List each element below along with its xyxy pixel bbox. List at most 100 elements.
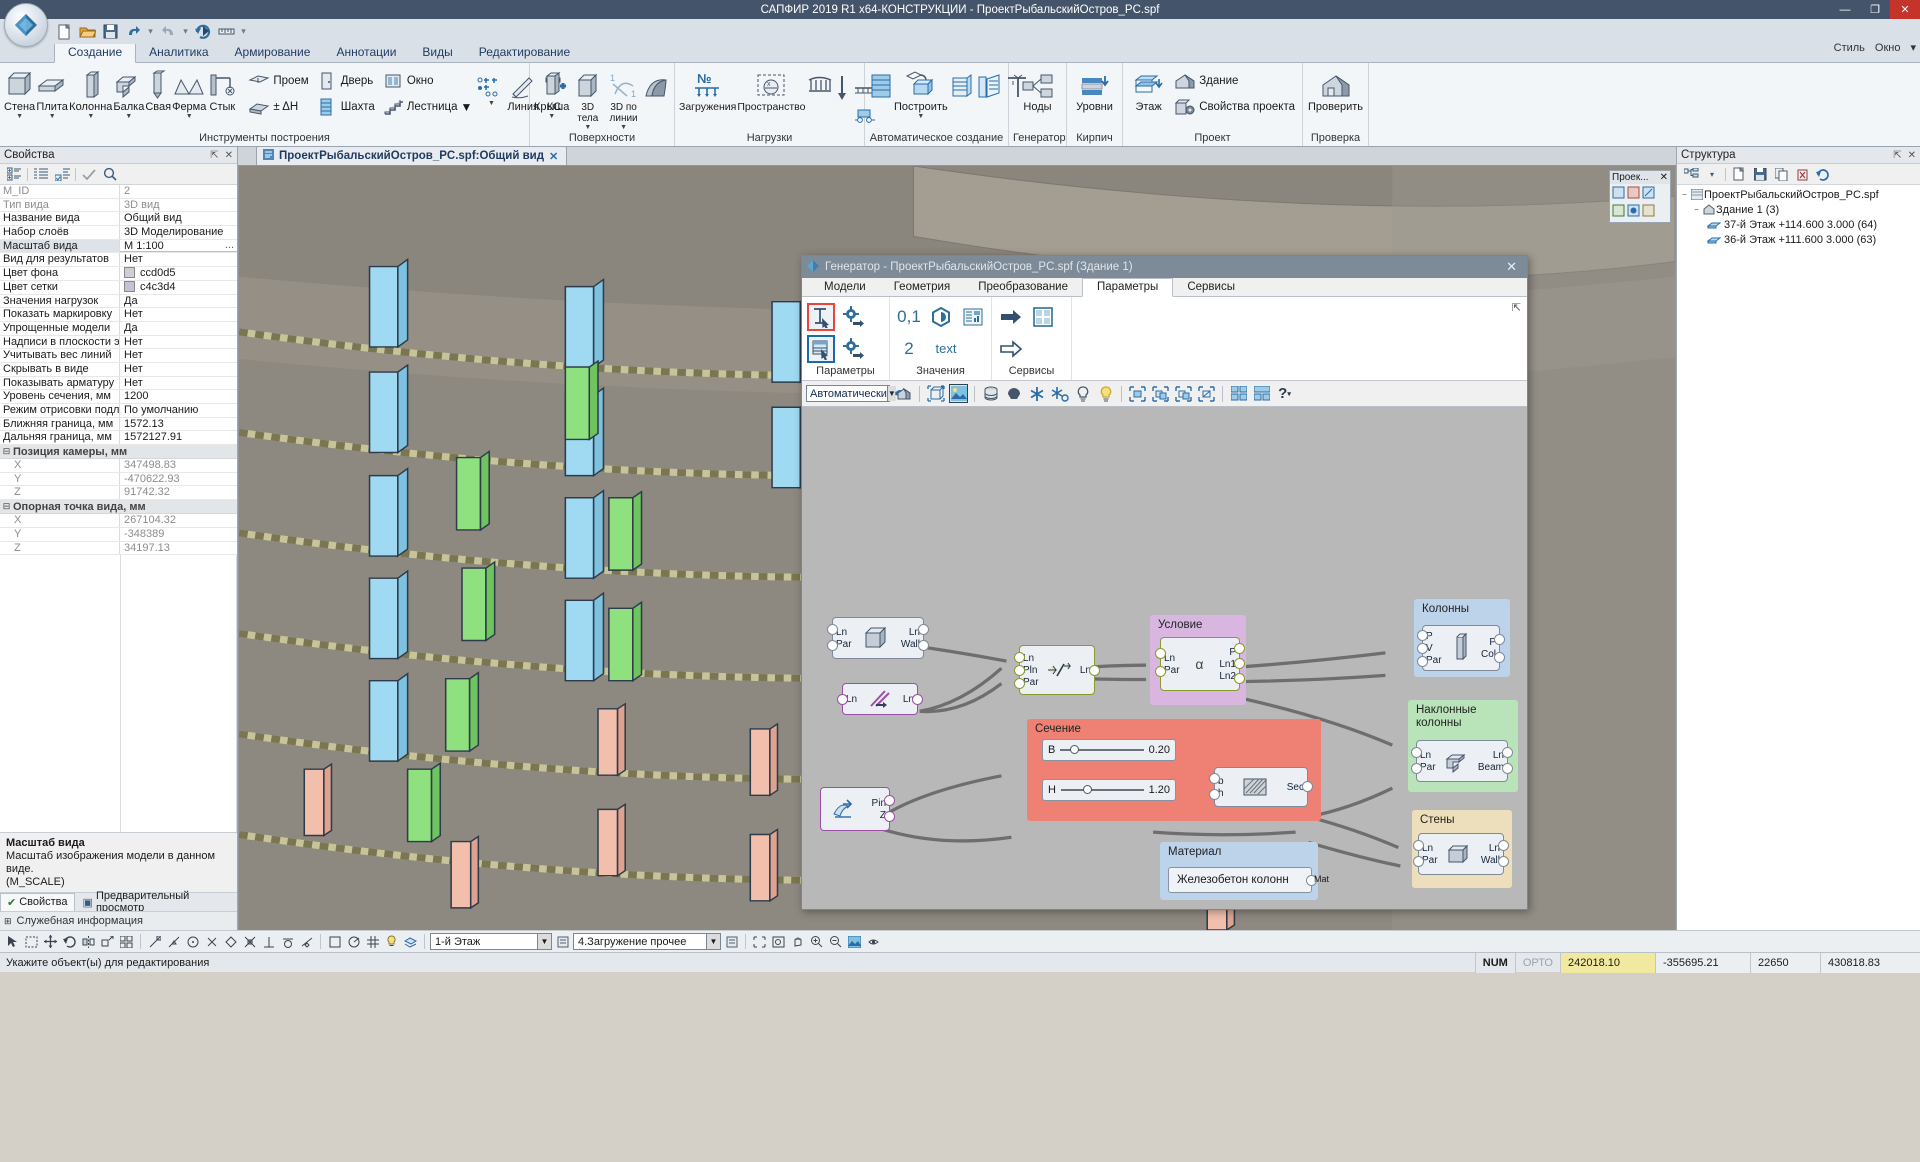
close-icon[interactable]: ✕ — [1908, 150, 1916, 161]
layout-tile-icon[interactable] — [1252, 384, 1271, 403]
measure-icon[interactable] — [216, 22, 236, 41]
port-out[interactable] — [912, 694, 923, 705]
list-icon[interactable] — [33, 166, 49, 182]
proj-1-icon[interactable] — [1612, 186, 1625, 202]
rotate-icon[interactable] — [61, 933, 78, 950]
snowflake-icon[interactable] — [1027, 384, 1046, 403]
load-select[interactable]: 4.Загружение прочее ▼ — [573, 933, 721, 950]
mirror-icon[interactable] — [80, 933, 97, 950]
proj-3-icon[interactable] — [1642, 186, 1655, 202]
material-concrete-node[interactable]: Железобетон колонн Mat — [1168, 867, 1312, 893]
value-number-2-icon[interactable]: 2 — [895, 335, 923, 363]
tool-zagruzheniya[interactable]: № Загружения — [679, 65, 736, 113]
tool-3dpolinii[interactable]: 11 3D по линии ▼ — [606, 65, 641, 131]
table-row[interactable]: Дальняя граница, мм1572127.91 — [0, 431, 237, 445]
select-add-icon[interactable] — [1151, 384, 1170, 403]
render-image-icon[interactable] — [949, 384, 968, 403]
tool-3dpolinii-dropdown-icon[interactable]: ▼ — [620, 124, 627, 131]
port-out[interactable] — [1498, 840, 1509, 851]
table-row[interactable]: Надписи в плоскости эк...Нет — [0, 336, 237, 350]
render-icon[interactable] — [846, 933, 863, 950]
chevron-down-icon[interactable]: ▼ — [706, 934, 720, 949]
collapse-icon[interactable]: ⊟ — [0, 501, 13, 512]
table-row[interactable]: Учитывать вес линийНет — [0, 349, 237, 363]
3d-viewport[interactable]: Проек... ✕ Генератор — [238, 165, 1676, 930]
tool-points-dropdown-icon[interactable]: ▼ — [488, 100, 495, 107]
tool-layers-stack[interactable] — [949, 65, 975, 100]
tool-point-load[interactable] — [835, 65, 849, 100]
refresh-icon[interactable] — [193, 22, 213, 41]
refresh-icon[interactable] — [1815, 166, 1831, 182]
service-arrow-outline-icon[interactable] — [997, 335, 1025, 363]
status-num-indicator[interactable]: NUM — [1475, 953, 1515, 973]
snap-perp-icon[interactable] — [260, 933, 277, 950]
tree-icon[interactable] — [1683, 166, 1699, 182]
structure-tree[interactable]: − ПроектРыбальскийОстров_PC.spf − Здание… — [1677, 185, 1920, 930]
node-graph-canvas[interactable]: Условие Колонны Наклонные колонны Сечени… — [802, 407, 1527, 909]
close-icon[interactable]: ✕ — [225, 150, 233, 161]
tool-3dtela-dropdown-icon[interactable]: ▼ — [584, 124, 591, 131]
layer-icon[interactable] — [402, 933, 419, 950]
port-out[interactable] — [1502, 747, 1513, 758]
snap-intersect-icon[interactable] — [241, 933, 258, 950]
pin-icon[interactable]: ⇱ — [210, 150, 218, 161]
node-line-transform[interactable]: Ln Ln — [842, 683, 918, 715]
window-menu[interactable]: Окно — [1875, 42, 1901, 54]
port-out[interactable] — [1234, 643, 1245, 654]
proj-2-icon[interactable] — [1627, 186, 1640, 202]
copy-icon[interactable] — [1773, 166, 1789, 182]
snap-near-icon[interactable] — [298, 933, 315, 950]
port-out[interactable] — [1502, 763, 1513, 774]
port-in[interactable] — [1417, 630, 1428, 641]
ribbon-tab-vidy[interactable]: Виды — [409, 43, 465, 62]
port-in[interactable] — [1014, 665, 1025, 676]
select-sub-icon[interactable] — [1174, 384, 1193, 403]
floor-options-icon[interactable] — [554, 933, 571, 950]
proj-6-icon[interactable] — [1642, 204, 1655, 220]
property-group-target[interactable]: ⊟ Опорная точка вида, мм — [0, 500, 237, 514]
port-in[interactable] — [1411, 747, 1422, 758]
tool-prostranstvo[interactable]: x Пространство — [737, 65, 805, 113]
table-row[interactable]: Название видаОбщий вид — [0, 212, 237, 226]
projection-overlay-close-icon[interactable]: ✕ — [1660, 172, 1668, 183]
node-wall[interactable]: Ln Par Ln Wall — [832, 617, 924, 659]
tool-lestnica-dropdown-icon[interactable]: ▼ — [461, 100, 473, 114]
checkbox-list-icon[interactable] — [54, 166, 70, 182]
tool-stena[interactable]: Стена ▼ — [4, 65, 35, 120]
cursor-icon[interactable] — [4, 933, 21, 950]
tree-node-floor36[interactable]: 36-й Этаж +111.600 3.000 (63) — [1677, 232, 1920, 247]
slider-b-track[interactable] — [1060, 749, 1143, 751]
port-out[interactable] — [1234, 673, 1245, 684]
port-in[interactable] — [827, 624, 838, 635]
port-in[interactable] — [837, 694, 848, 705]
dropdown-icon[interactable]: ▾ — [1704, 166, 1720, 182]
port-out[interactable] — [1498, 856, 1509, 867]
view-icon[interactable] — [865, 933, 882, 950]
table-row[interactable]: Показать маркировкуНет — [0, 308, 237, 322]
slider-b-knob[interactable] — [1070, 745, 1079, 754]
tool-kolonna-dropdown-icon[interactable]: ▼ — [87, 113, 94, 120]
port-out[interactable] — [1234, 658, 1245, 669]
port-in[interactable] — [1155, 648, 1166, 659]
table-row[interactable]: Тип вида3D вид — [0, 199, 237, 213]
select-icon[interactable] — [23, 933, 40, 950]
ribbon-tab-armirovanie[interactable]: Армирование — [222, 43, 324, 62]
undo-icon[interactable] — [123, 22, 143, 41]
service-arrow-filled-icon[interactable] — [997, 303, 1025, 331]
generator-tab-servisy[interactable]: Сервисы — [1173, 279, 1249, 296]
help-icon[interactable]: ?▾ — [1275, 384, 1294, 403]
pin-icon[interactable]: ⇱ — [1893, 150, 1901, 161]
table-row[interactable]: M_ID2 — [0, 185, 237, 199]
tool-balka[interactable]: Балка ▼ — [113, 65, 144, 120]
tree-node-floor37[interactable]: 37-й Этаж +114.600 3.000 (64) — [1677, 217, 1920, 232]
tool-proverit[interactable]: Проверить — [1307, 65, 1364, 113]
slider-h[interactable]: H 1.20 — [1042, 779, 1176, 801]
tool-dist-load[interactable] — [806, 65, 834, 100]
table-row[interactable]: Упрощенные моделиДа — [0, 322, 237, 336]
wireframe-icon[interactable] — [926, 384, 945, 403]
style-menu[interactable]: Стиль — [1834, 42, 1865, 54]
dome-icon[interactable] — [1004, 384, 1023, 403]
proj-5-icon[interactable] — [1627, 204, 1640, 220]
table-row[interactable]: X267104.32 — [0, 514, 237, 528]
ribbon-tab-annotacii[interactable]: Аннотации — [323, 43, 409, 62]
